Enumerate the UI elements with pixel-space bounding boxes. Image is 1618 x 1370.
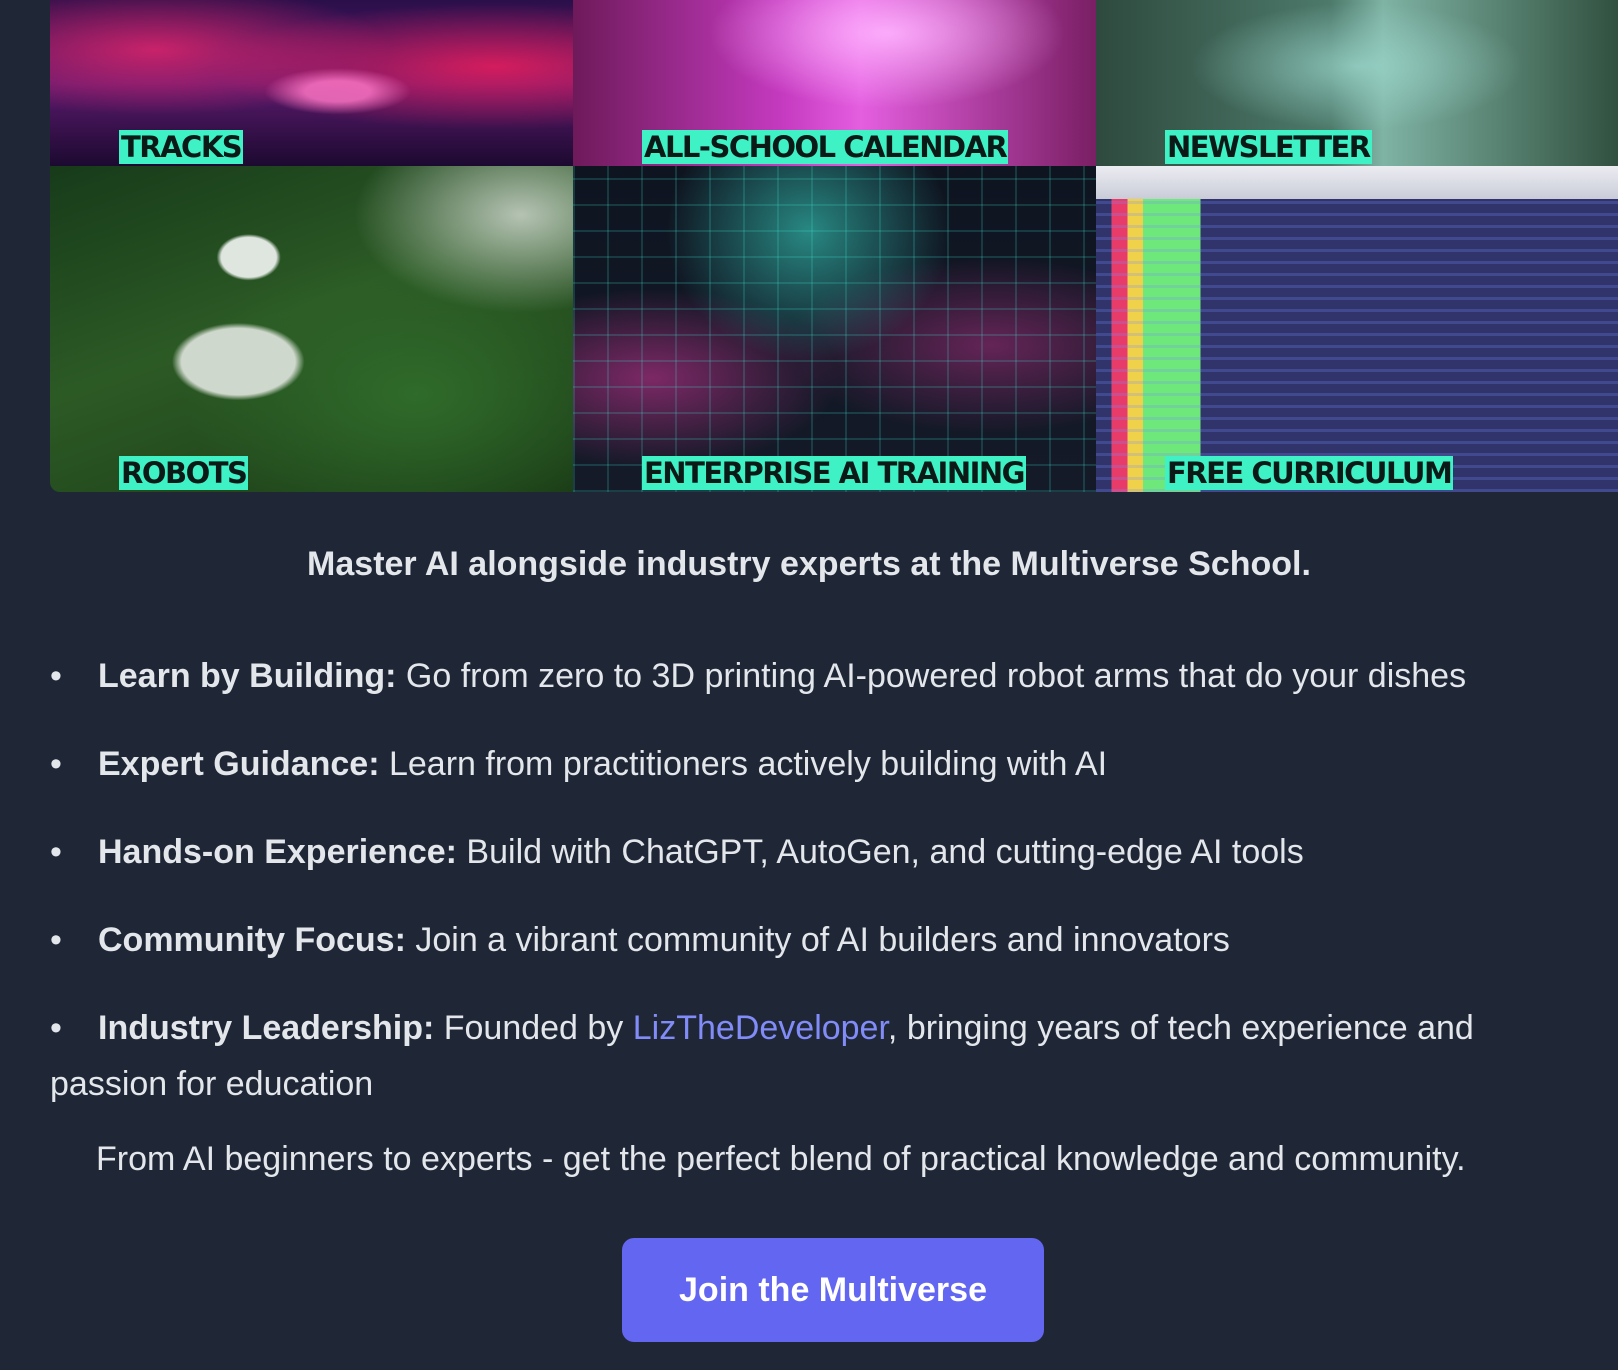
enterprise-image (573, 166, 1096, 492)
tile-label: ENTERPRISE AI TRAINING (642, 456, 1026, 490)
feature-title: Hands-on Experience: (98, 833, 457, 871)
list-item: • Community Focus: Join a vibrant communi… (50, 912, 1580, 968)
tile-tracks[interactable]: TRACKS (50, 0, 573, 166)
tile-label: ALL-SCHOOL CALENDAR (642, 130, 1009, 164)
tile-label: NEWSLETTER (1165, 130, 1372, 164)
bullet: • (50, 745, 62, 783)
lizthedeveloper-link[interactable]: LizTheDeveloper (633, 1009, 888, 1047)
bullet: • (50, 833, 62, 871)
list-item: • Expert Guidance: Learn from practitione… (50, 736, 1580, 792)
feature-text: Learn from practitioners actively buildi… (379, 745, 1108, 783)
robots-image (50, 166, 573, 492)
closing-text: From AI beginners to experts - get the p… (96, 1140, 1466, 1178)
feature-list: • Learn by Building: Go from zero to 3D p… (50, 648, 1580, 1144)
feature-text: Build with ChatGPT, AutoGen, and cutting… (456, 833, 1304, 871)
feature-text: Go from zero to 3D printing AI-powered r… (396, 657, 1467, 695)
tile-all-school-calendar[interactable]: ALL-SCHOOL CALENDAR (573, 0, 1096, 166)
curriculum-image (1096, 166, 1618, 492)
tile-grid: TRACKS ALL-SCHOOL CALENDAR NEWSLETTER RO… (50, 0, 1618, 492)
bullet: • (50, 1009, 62, 1047)
feature-text: Join a vibrant community of AI builders … (405, 921, 1230, 959)
feature-title: Expert Guidance: (98, 745, 380, 783)
list-item: • Hands-on Experience: Build with ChatGPT… (50, 824, 1580, 880)
join-the-multiverse-button[interactable]: Join the Multiverse (622, 1238, 1044, 1342)
tagline: Master AI alongside industry experts at … (307, 545, 1311, 583)
tile-enterprise-ai-training[interactable]: ENTERPRISE AI TRAINING (573, 166, 1096, 492)
page: TRACKS ALL-SCHOOL CALENDAR NEWSLETTER RO… (0, 0, 1618, 1370)
list-item: • Industry Leadership: Founded by LizTheD… (50, 1000, 1580, 1112)
tile-label: TRACKS (119, 130, 244, 164)
bullet: • (50, 657, 62, 695)
feature-title: Community Focus: (98, 921, 406, 959)
tile-label: ROBOTS (119, 456, 249, 490)
tile-robots[interactable]: ROBOTS (50, 166, 573, 492)
tile-free-curriculum[interactable]: FREE CURRICULUM (1096, 166, 1618, 492)
feature-title: Industry Leadership: (98, 1009, 435, 1047)
bullet: • (50, 921, 62, 959)
tile-newsletter[interactable]: NEWSLETTER (1096, 0, 1618, 166)
feature-title: Learn by Building: (98, 657, 397, 695)
tile-label: FREE CURRICULUM (1165, 456, 1454, 490)
list-item: • Learn by Building: Go from zero to 3D p… (50, 648, 1580, 704)
feature-text: Founded by (434, 1009, 633, 1047)
